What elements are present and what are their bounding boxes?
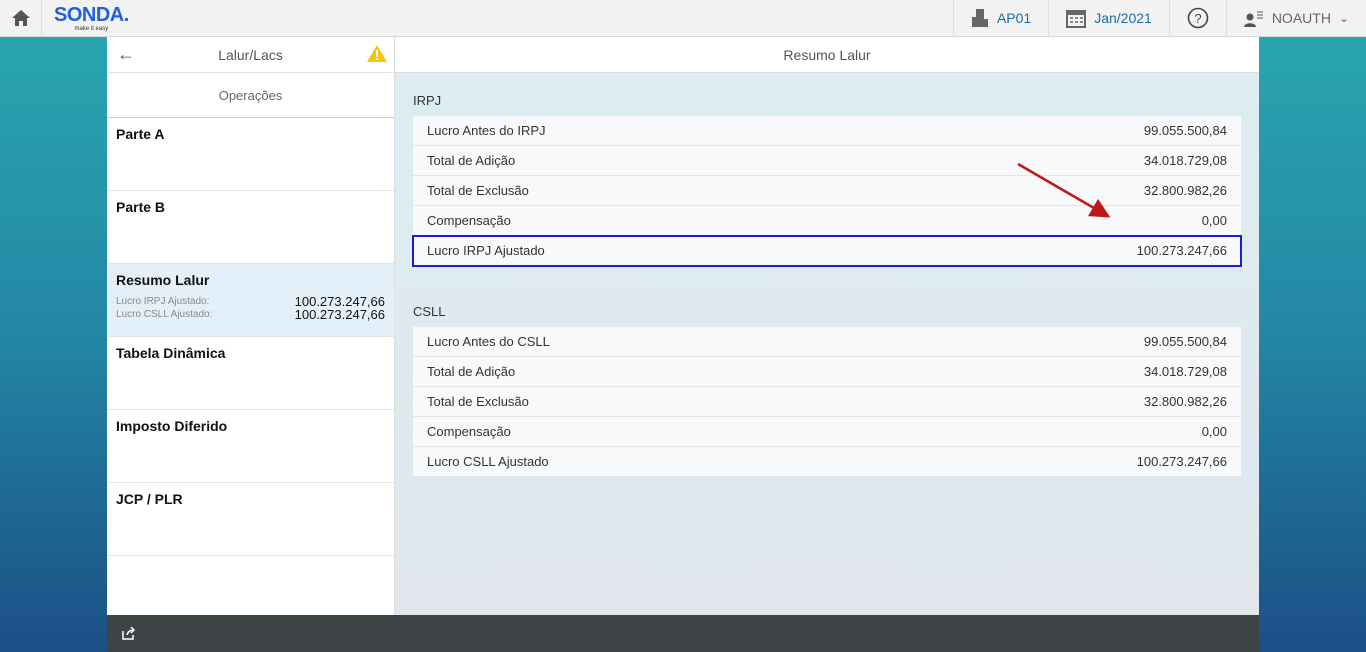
footer-bar xyxy=(107,615,1259,652)
share-icon[interactable] xyxy=(122,627,136,640)
annotation-arrow-icon xyxy=(1017,162,1111,218)
